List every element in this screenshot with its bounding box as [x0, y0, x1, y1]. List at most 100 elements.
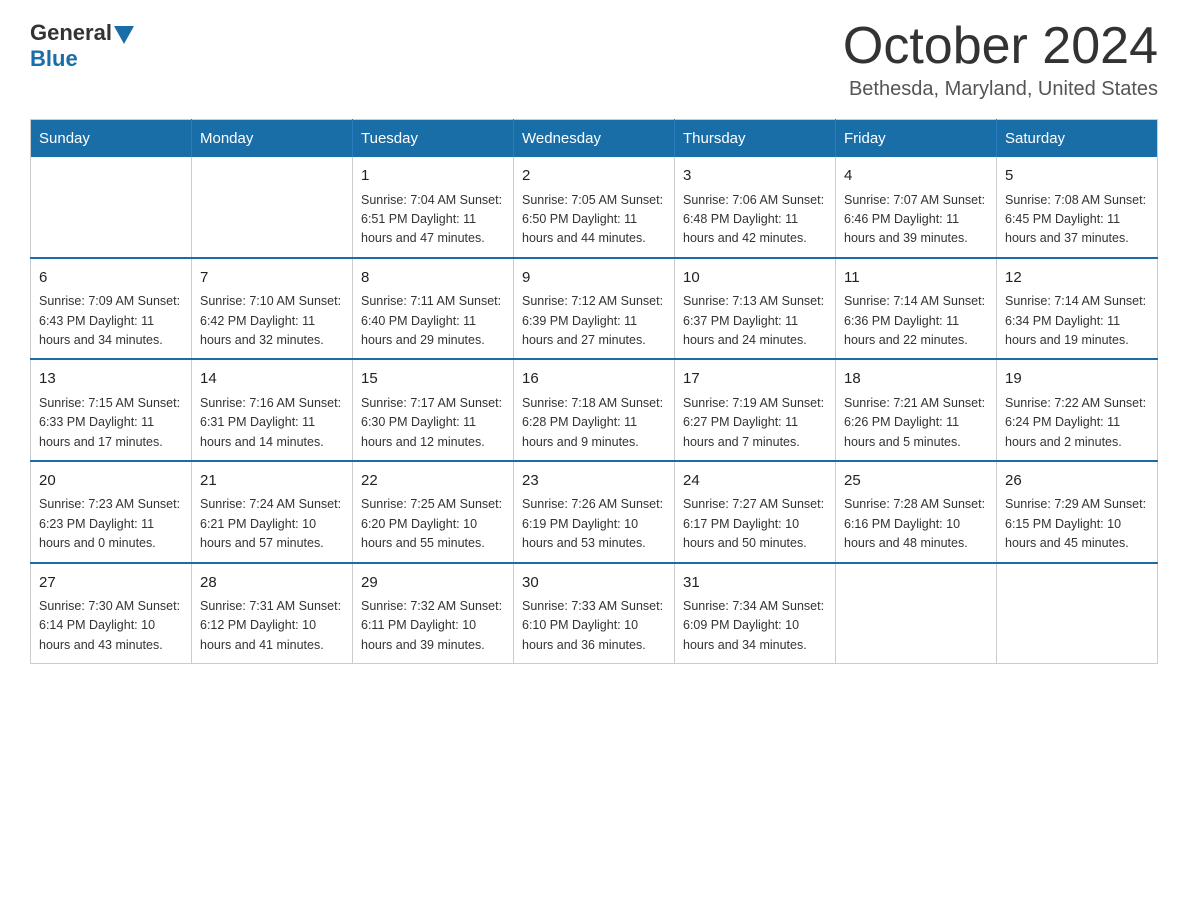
calendar-header-sunday: Sunday	[31, 120, 192, 158]
day-number: 22	[361, 470, 505, 493]
logo-general-text: General	[30, 20, 112, 46]
day-number: 21	[200, 470, 344, 493]
day-number: 30	[522, 572, 666, 595]
calendar-cell	[997, 563, 1158, 664]
day-number: 20	[39, 470, 183, 493]
day-number: 14	[200, 368, 344, 391]
calendar-header-thursday: Thursday	[675, 120, 836, 158]
day-info: Sunrise: 7:23 AM Sunset: 6:23 PM Dayligh…	[39, 495, 183, 553]
day-number: 12	[1005, 267, 1149, 290]
calendar-week-4: 20Sunrise: 7:23 AM Sunset: 6:23 PM Dayli…	[31, 461, 1158, 563]
day-info: Sunrise: 7:27 AM Sunset: 6:17 PM Dayligh…	[683, 495, 827, 553]
day-number: 4	[844, 165, 988, 188]
day-info: Sunrise: 7:04 AM Sunset: 6:51 PM Dayligh…	[361, 191, 505, 249]
calendar-week-1: 1 Sunrise: 7:04 AM Sunset: 6:51 PM Daylig…	[31, 157, 1158, 258]
day-info: Sunrise: 7:13 AM Sunset: 6:37 PM Dayligh…	[683, 292, 827, 350]
day-number: 15	[361, 368, 505, 391]
day-number: 19	[1005, 368, 1149, 391]
calendar-week-3: 13 Sunrise: 7:15 AM Sunset: 6:33 PM Dayli…	[31, 359, 1158, 461]
calendar-header-friday: Friday	[836, 120, 997, 158]
title-section: October 2024 Bethesda, Maryland, United …	[843, 20, 1158, 101]
calendar-cell: 22Sunrise: 7:25 AM Sunset: 6:20 PM Dayli…	[353, 461, 514, 563]
calendar-cell: 25Sunrise: 7:28 AM Sunset: 6:16 PM Dayli…	[836, 461, 997, 563]
calendar-cell: 17 Sunrise: 7:19 AM Sunset: 6:27 PM Dayli…	[675, 359, 836, 461]
calendar-cell	[31, 157, 192, 258]
calendar-table: SundayMondayTuesdayWednesdayThursdayFrid…	[30, 119, 1158, 664]
day-info: Sunrise: 7:18 AM Sunset: 6:28 PM Dayligh…	[522, 394, 666, 452]
calendar-cell: 23Sunrise: 7:26 AM Sunset: 6:19 PM Dayli…	[514, 461, 675, 563]
calendar-header-tuesday: Tuesday	[353, 120, 514, 158]
day-number: 9	[522, 267, 666, 290]
day-info: Sunrise: 7:22 AM Sunset: 6:24 PM Dayligh…	[1005, 394, 1149, 452]
day-info: Sunrise: 7:24 AM Sunset: 6:21 PM Dayligh…	[200, 495, 344, 553]
day-number: 16	[522, 368, 666, 391]
calendar-cell: 16 Sunrise: 7:18 AM Sunset: 6:28 PM Dayli…	[514, 359, 675, 461]
calendar-cell: 29Sunrise: 7:32 AM Sunset: 6:11 PM Dayli…	[353, 563, 514, 664]
calendar-cell: 8Sunrise: 7:11 AM Sunset: 6:40 PM Daylig…	[353, 258, 514, 360]
day-number: 7	[200, 267, 344, 290]
day-info: Sunrise: 7:06 AM Sunset: 6:48 PM Dayligh…	[683, 191, 827, 249]
day-number: 18	[844, 368, 988, 391]
day-info: Sunrise: 7:19 AM Sunset: 6:27 PM Dayligh…	[683, 394, 827, 452]
logo-arrow-icon	[114, 26, 134, 44]
calendar-cell: 12Sunrise: 7:14 AM Sunset: 6:34 PM Dayli…	[997, 258, 1158, 360]
day-number: 24	[683, 470, 827, 493]
day-info: Sunrise: 7:21 AM Sunset: 6:26 PM Dayligh…	[844, 394, 988, 452]
calendar-cell: 10Sunrise: 7:13 AM Sunset: 6:37 PM Dayli…	[675, 258, 836, 360]
day-info: Sunrise: 7:17 AM Sunset: 6:30 PM Dayligh…	[361, 394, 505, 452]
calendar-cell: 24Sunrise: 7:27 AM Sunset: 6:17 PM Dayli…	[675, 461, 836, 563]
day-info: Sunrise: 7:33 AM Sunset: 6:10 PM Dayligh…	[522, 597, 666, 655]
calendar-header-row: SundayMondayTuesdayWednesdayThursdayFrid…	[31, 120, 1158, 158]
day-info: Sunrise: 7:14 AM Sunset: 6:36 PM Dayligh…	[844, 292, 988, 350]
calendar-cell: 15 Sunrise: 7:17 AM Sunset: 6:30 PM Dayli…	[353, 359, 514, 461]
calendar-cell	[836, 563, 997, 664]
day-number: 27	[39, 572, 183, 595]
day-info: Sunrise: 7:15 AM Sunset: 6:33 PM Dayligh…	[39, 394, 183, 452]
page-header: General Blue October 2024 Bethesda, Mary…	[30, 20, 1158, 101]
day-number: 8	[361, 267, 505, 290]
day-info: Sunrise: 7:32 AM Sunset: 6:11 PM Dayligh…	[361, 597, 505, 655]
day-number: 1	[361, 165, 505, 188]
day-info: Sunrise: 7:09 AM Sunset: 6:43 PM Dayligh…	[39, 292, 183, 350]
day-info: Sunrise: 7:08 AM Sunset: 6:45 PM Dayligh…	[1005, 191, 1149, 249]
calendar-week-2: 6Sunrise: 7:09 AM Sunset: 6:43 PM Daylig…	[31, 258, 1158, 360]
calendar-cell: 26Sunrise: 7:29 AM Sunset: 6:15 PM Dayli…	[997, 461, 1158, 563]
day-number: 3	[683, 165, 827, 188]
calendar-cell: 7Sunrise: 7:10 AM Sunset: 6:42 PM Daylig…	[192, 258, 353, 360]
calendar-cell: 20Sunrise: 7:23 AM Sunset: 6:23 PM Dayli…	[31, 461, 192, 563]
calendar-cell: 1 Sunrise: 7:04 AM Sunset: 6:51 PM Daylig…	[353, 157, 514, 258]
calendar-cell: 27Sunrise: 7:30 AM Sunset: 6:14 PM Dayli…	[31, 563, 192, 664]
calendar-cell: 6Sunrise: 7:09 AM Sunset: 6:43 PM Daylig…	[31, 258, 192, 360]
calendar-week-5: 27Sunrise: 7:30 AM Sunset: 6:14 PM Dayli…	[31, 563, 1158, 664]
calendar-cell: 11Sunrise: 7:14 AM Sunset: 6:36 PM Dayli…	[836, 258, 997, 360]
day-info: Sunrise: 7:29 AM Sunset: 6:15 PM Dayligh…	[1005, 495, 1149, 553]
calendar-cell: 18 Sunrise: 7:21 AM Sunset: 6:26 PM Dayli…	[836, 359, 997, 461]
day-info: Sunrise: 7:07 AM Sunset: 6:46 PM Dayligh…	[844, 191, 988, 249]
calendar-cell: 31Sunrise: 7:34 AM Sunset: 6:09 PM Dayli…	[675, 563, 836, 664]
day-number: 17	[683, 368, 827, 391]
day-info: Sunrise: 7:26 AM Sunset: 6:19 PM Dayligh…	[522, 495, 666, 553]
day-info: Sunrise: 7:16 AM Sunset: 6:31 PM Dayligh…	[200, 394, 344, 452]
day-info: Sunrise: 7:31 AM Sunset: 6:12 PM Dayligh…	[200, 597, 344, 655]
calendar-header-monday: Monday	[192, 120, 353, 158]
calendar-cell	[192, 157, 353, 258]
logo: General Blue	[30, 20, 136, 72]
day-number: 5	[1005, 165, 1149, 188]
day-info: Sunrise: 7:28 AM Sunset: 6:16 PM Dayligh…	[844, 495, 988, 553]
calendar-cell: 19 Sunrise: 7:22 AM Sunset: 6:24 PM Dayli…	[997, 359, 1158, 461]
calendar-cell: 30Sunrise: 7:33 AM Sunset: 6:10 PM Dayli…	[514, 563, 675, 664]
day-info: Sunrise: 7:34 AM Sunset: 6:09 PM Dayligh…	[683, 597, 827, 655]
calendar-cell: 13 Sunrise: 7:15 AM Sunset: 6:33 PM Dayli…	[31, 359, 192, 461]
day-info: Sunrise: 7:05 AM Sunset: 6:50 PM Dayligh…	[522, 191, 666, 249]
logo-blue-text: Blue	[30, 46, 78, 72]
day-number: 11	[844, 267, 988, 290]
calendar-cell: 2Sunrise: 7:05 AM Sunset: 6:50 PM Daylig…	[514, 157, 675, 258]
day-info: Sunrise: 7:30 AM Sunset: 6:14 PM Dayligh…	[39, 597, 183, 655]
calendar-cell: 9Sunrise: 7:12 AM Sunset: 6:39 PM Daylig…	[514, 258, 675, 360]
day-number: 10	[683, 267, 827, 290]
day-info: Sunrise: 7:10 AM Sunset: 6:42 PM Dayligh…	[200, 292, 344, 350]
location-text: Bethesda, Maryland, United States	[843, 78, 1158, 101]
day-number: 13	[39, 368, 183, 391]
calendar-cell: 3 Sunrise: 7:06 AM Sunset: 6:48 PM Daylig…	[675, 157, 836, 258]
day-number: 26	[1005, 470, 1149, 493]
